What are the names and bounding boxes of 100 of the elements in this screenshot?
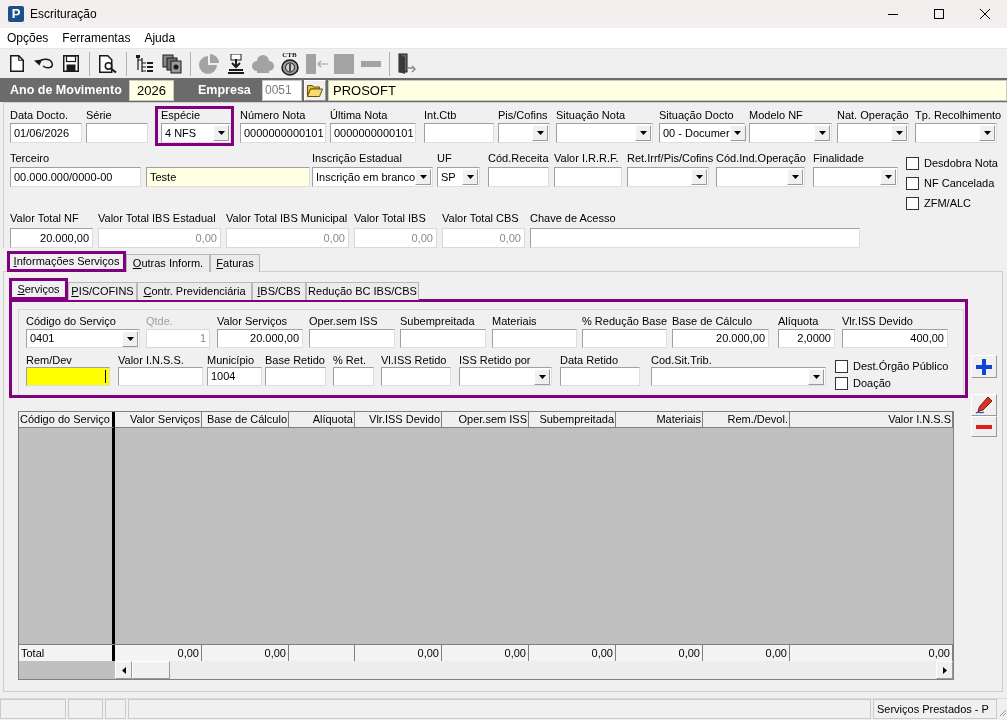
total-cell: 0,00 [115,645,202,661]
remove-button[interactable] [971,416,997,437]
menu-item[interactable]: Ferramentas [55,28,138,48]
tab[interactable]: Outras Inform. [126,254,210,272]
field-label: Município [207,354,256,367]
input-field[interactable]: 0,00 [98,228,221,248]
total-cell: Total [19,645,115,661]
total-cell: 0,00 [355,645,442,661]
field-label: Valor Serviços [217,315,289,328]
input-field[interactable]: 0,00 [226,228,349,248]
field-label: Tp. Recolhimento [915,109,1002,122]
field-label: Materiais [492,315,538,328]
column-header: Código do Serviço [19,412,115,428]
input-field[interactable]: 0000000000101 [240,123,326,143]
input-field[interactable]: 1 [146,329,210,348]
input-field[interactable] [488,167,549,187]
input-field[interactable] [381,367,451,386]
total-cell: 0,00 [529,645,616,661]
tab[interactable]: PIS/COFINS [68,282,137,300]
dropdown-select[interactable]: Inscrição em branco [312,167,433,187]
tab[interactable]: Informações Serviços [7,251,126,272]
input-field[interactable]: 20.000,00 [672,329,769,348]
input-field[interactable] [333,367,374,386]
company-code-field[interactable]: 0051 [262,79,302,101]
input-field[interactable] [118,367,203,386]
stacked-pages-icon [161,53,182,74]
tab[interactable]: IBS/CBS [252,282,306,300]
input-field[interactable] [265,367,326,386]
pie-chart-icon [197,53,220,74]
field-label: Cod.Sit.Trib. [651,354,713,367]
document-arrow-icon [305,53,328,74]
field-label: Série [86,109,113,122]
input-field[interactable] [554,167,622,187]
input-field[interactable]: 0,00 [442,228,525,248]
folder-button[interactable] [304,79,326,101]
dropdown-select[interactable]: SP [437,167,480,187]
input-field[interactable]: 20.000,00 [10,228,93,248]
field-label: % Redução Base [582,315,667,328]
year-field[interactable]: 2026 [129,79,174,101]
input-field[interactable] [86,123,148,143]
input-field[interactable]: 01/06/2026 [10,123,82,143]
field-label: Subempreitada [400,315,476,328]
resize-grip-icon [999,709,1007,717]
print-preview-icon [98,54,117,73]
input-field[interactable]: Teste [146,167,310,187]
coin-icon [280,58,299,76]
dropdown-select[interactable]: 0401 [26,329,140,348]
checkbox-label: Dest.Órgão Público [853,360,949,373]
input-field[interactable]: 400,00 [842,329,948,348]
checkbox-label: Desdobra Nota [924,156,998,170]
field-label: Alíquota [778,315,820,328]
caret-left-icon [121,666,126,674]
status-panel [0,699,66,719]
input-field[interactable]: 1004 [207,367,262,386]
tab[interactable]: Contr. Previdenciária [137,282,252,300]
checkbox[interactable] [835,360,848,373]
input-field[interactable] [582,329,667,348]
column-header: Valor I.N.S.S [790,412,953,428]
input-field[interactable]: 0,00 [354,228,437,248]
menu-item[interactable]: Opções [0,28,56,48]
input-field[interactable] [560,367,640,386]
field-label: Base de Cálculo [672,315,754,328]
company-name-field[interactable]: PROSOFT [328,79,1007,101]
dropdown-select[interactable]: 4 NFS [161,123,231,143]
scrollbar-thumb[interactable] [132,661,170,679]
input-field[interactable] [26,367,110,386]
input-field[interactable] [492,329,577,348]
checkbox-label: Doação [853,377,891,390]
menu-item[interactable]: Ajuda [137,28,183,48]
field-label: Data Retido [560,354,620,367]
input-field[interactable] [424,123,494,143]
tab[interactable]: Serviços [9,278,68,300]
checkbox-label: NF Cancelada [924,176,995,190]
field-label: Situação Docto [659,109,735,122]
save-icon [62,55,79,72]
scroll-left-button[interactable] [115,661,132,679]
open-folder-icon [307,83,323,97]
checkbox[interactable] [906,176,919,190]
input-field[interactable] [530,228,860,248]
input-field[interactable]: 00.000.000/0000-00 [10,167,141,187]
input-field[interactable] [400,329,486,348]
tab[interactable]: Faturas [210,254,260,272]
edit-button[interactable] [971,394,997,416]
horizontal-scrollbar[interactable] [115,661,953,679]
checkbox[interactable] [906,196,919,210]
scroll-right-button[interactable] [936,661,953,679]
add-button[interactable] [971,355,997,378]
total-cell: 0,00 [202,645,289,661]
bar-icon [360,60,381,67]
checkbox[interactable] [906,156,919,170]
input-field[interactable]: 2,0000 [778,329,835,348]
checkbox-label: ZFM/ALC [924,196,972,210]
field-label: Valor Total IBS Estadual [98,212,217,225]
input-field[interactable]: 0000000000101 [330,123,416,143]
input-field[interactable] [309,329,395,348]
tab[interactable]: Redução BC IBS/CBS [306,282,419,300]
input-field[interactable]: 20.000,00 [217,329,303,348]
checkbox[interactable] [835,377,848,390]
square-icon [333,53,354,74]
dropdown-select[interactable]: 00 - Documer [659,123,745,143]
